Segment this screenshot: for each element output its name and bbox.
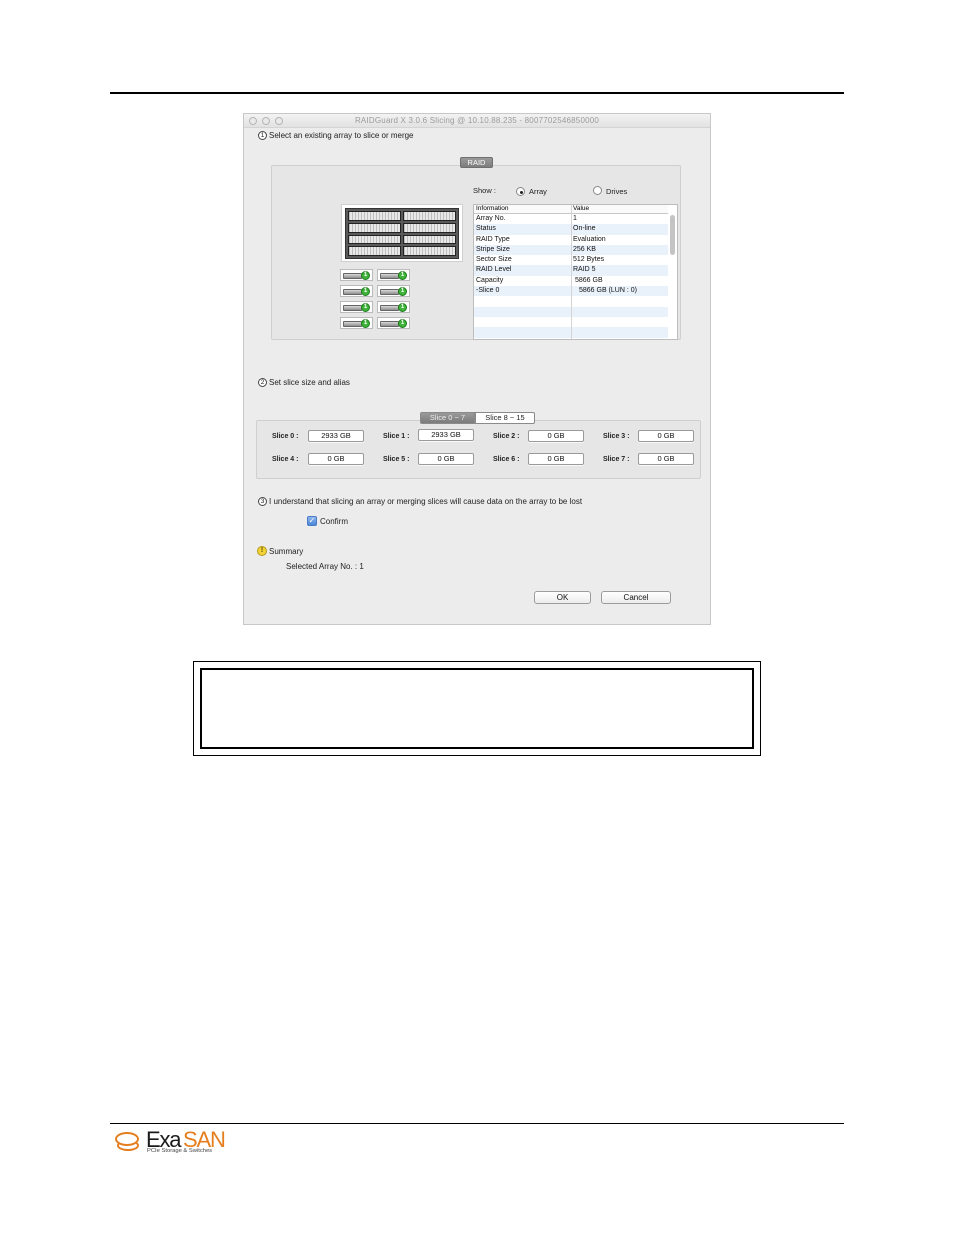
drive-bay-2 bbox=[403, 211, 456, 221]
top-rule bbox=[110, 92, 844, 94]
row-info: -Slice 0 bbox=[476, 287, 500, 295]
logo-tagline: PCIe Storage & Switches bbox=[147, 1148, 213, 1154]
cancel-button[interactable]: Cancel bbox=[601, 591, 671, 604]
ok-button[interactable]: OK bbox=[534, 591, 591, 604]
drive-icon[interactable]: 1 bbox=[340, 301, 373, 313]
drive-icon[interactable]: 1 bbox=[377, 301, 410, 313]
exasan-logo: Exa SAN PCIe Storage & Switches bbox=[113, 1127, 233, 1159]
slice-3-label: Slice 3 : bbox=[603, 433, 630, 440]
summary-label: Summary bbox=[269, 546, 304, 556]
step1-label: Select an existing array to slice or mer… bbox=[269, 131, 414, 140]
row-value: 5866 GB bbox=[575, 276, 603, 284]
confirm-checkbox[interactable]: ✓ bbox=[307, 516, 317, 526]
slice-7-size-input[interactable]: 0 GB bbox=[638, 453, 694, 465]
show-label: Show : bbox=[473, 186, 496, 195]
note-box bbox=[193, 661, 761, 756]
drive-bay-6 bbox=[403, 234, 456, 245]
row-info: Status bbox=[476, 225, 496, 233]
slice-6-size-input[interactable]: 0 GB bbox=[528, 453, 584, 465]
row-value: Evaluation bbox=[573, 235, 606, 243]
drive-icon[interactable]: 1 bbox=[340, 317, 373, 329]
drive-bay-1 bbox=[348, 211, 401, 221]
row-info: Stripe Size bbox=[476, 245, 510, 253]
table-scrollbar[interactable] bbox=[670, 215, 675, 255]
row-info: RAID Type bbox=[476, 235, 510, 243]
slice-2-label: Slice 2 : bbox=[493, 433, 520, 440]
row-value: 5866 GB (LUN : 0) bbox=[579, 287, 637, 295]
slice-4-size-input[interactable]: 0 GB bbox=[308, 453, 364, 465]
raid-group: 1 1 1 1 1 1 1 1 Show : Array Drives Info… bbox=[271, 165, 681, 340]
confirm-label[interactable]: Confirm bbox=[320, 517, 348, 526]
slicing-window: RAIDGuard X 3.0.6 Slicing @ 10.10.88.235… bbox=[243, 113, 711, 625]
raid-enclosure-image bbox=[341, 204, 463, 262]
array-radio-label[interactable]: Array bbox=[529, 187, 547, 196]
drive-bay-3 bbox=[348, 222, 401, 233]
slice-5-label: Slice 5 : bbox=[383, 456, 410, 463]
row-value: 1 bbox=[573, 215, 577, 222]
row-value: 256 KB bbox=[573, 245, 596, 253]
drive-bay-7 bbox=[348, 246, 401, 256]
slice-0-size-input[interactable]: 2933 GB bbox=[308, 430, 364, 442]
row-info: RAID Level bbox=[476, 266, 512, 274]
window-title: RAIDGuard X 3.0.6 Slicing @ 10.10.88.235… bbox=[354, 116, 600, 125]
drives-radio-label[interactable]: Drives bbox=[606, 187, 627, 196]
drive-icon[interactable]: 1 bbox=[340, 269, 373, 281]
step3-number-icon: 3 bbox=[258, 497, 267, 506]
drive-bay-8 bbox=[403, 246, 456, 256]
drive-icon[interactable]: 1 bbox=[340, 285, 373, 297]
step3-label: I understand that slicing an array or me… bbox=[269, 497, 583, 506]
step2-label: Set slice size and alias bbox=[269, 378, 350, 387]
slice-7-label: Slice 7 : bbox=[603, 456, 630, 463]
drive-icon[interactable]: 1 bbox=[377, 269, 410, 281]
array-radio[interactable] bbox=[516, 187, 525, 196]
step3-heading: 3 I understand that slicing an array or … bbox=[258, 497, 582, 506]
row-info: Sector Size bbox=[476, 256, 512, 264]
logo-ring-lower-icon bbox=[117, 1140, 139, 1151]
column-header-information[interactable]: Information bbox=[476, 205, 509, 213]
summary-text: Selected Array No. : 1 bbox=[286, 562, 364, 571]
tab-slice-8-15[interactable]: Slice 8 ~ 15 bbox=[475, 412, 535, 424]
title-bar[interactable]: RAIDGuard X 3.0.6 Slicing @ 10.10.88.235… bbox=[244, 114, 710, 128]
row-info: Array No. bbox=[476, 215, 506, 222]
summary-heading: ! Summary bbox=[257, 546, 303, 556]
note-box-inner bbox=[200, 668, 754, 749]
step1-number-icon: 1 bbox=[258, 131, 267, 140]
drive-bay-4 bbox=[403, 222, 456, 233]
bottom-rule bbox=[110, 1123, 844, 1124]
row-value: RAID 5 bbox=[573, 266, 596, 274]
step2-number-icon: 2 bbox=[258, 378, 267, 387]
tab-raid[interactable]: RAID bbox=[460, 157, 493, 168]
slice-1-size-input[interactable]: 2933 GB bbox=[418, 429, 474, 441]
row-value: 512 Bytes bbox=[573, 256, 605, 264]
row-value: On-line bbox=[573, 225, 596, 233]
drives-radio[interactable] bbox=[593, 186, 602, 195]
slice-1-label: Slice 1 : bbox=[383, 433, 410, 440]
slice-2-size-input[interactable]: 0 GB bbox=[528, 430, 584, 442]
slice-3-size-input[interactable]: 0 GB bbox=[638, 430, 694, 442]
step2-heading: 2 Set slice size and alias bbox=[258, 378, 350, 387]
warning-icon: ! bbox=[257, 546, 267, 556]
drive-icon[interactable]: 1 bbox=[377, 285, 410, 297]
tab-slice-0-7[interactable]: Slice 0 ~ 7 bbox=[420, 412, 475, 424]
column-header-value[interactable]: Value bbox=[573, 205, 589, 213]
drive-bay-5 bbox=[348, 234, 401, 245]
step1-heading: 1 Select an existing array to slice or m… bbox=[258, 131, 414, 140]
array-info-table[interactable]: Information Value Array No. 1 Status On-li… bbox=[473, 204, 678, 340]
slice-group: Slice 0 : 2933 GB Slice 1 : 2933 GB Slic… bbox=[256, 420, 701, 479]
drive-icon[interactable]: 1 bbox=[377, 317, 410, 329]
slice-5-size-input[interactable]: 0 GB bbox=[418, 453, 474, 465]
row-info: Capacity bbox=[476, 276, 504, 284]
slice-6-label: Slice 6 : bbox=[493, 456, 520, 463]
slice-4-label: Slice 4 : bbox=[272, 456, 299, 463]
slice-0-label: Slice 0 : bbox=[272, 433, 299, 440]
column-divider bbox=[571, 205, 572, 339]
